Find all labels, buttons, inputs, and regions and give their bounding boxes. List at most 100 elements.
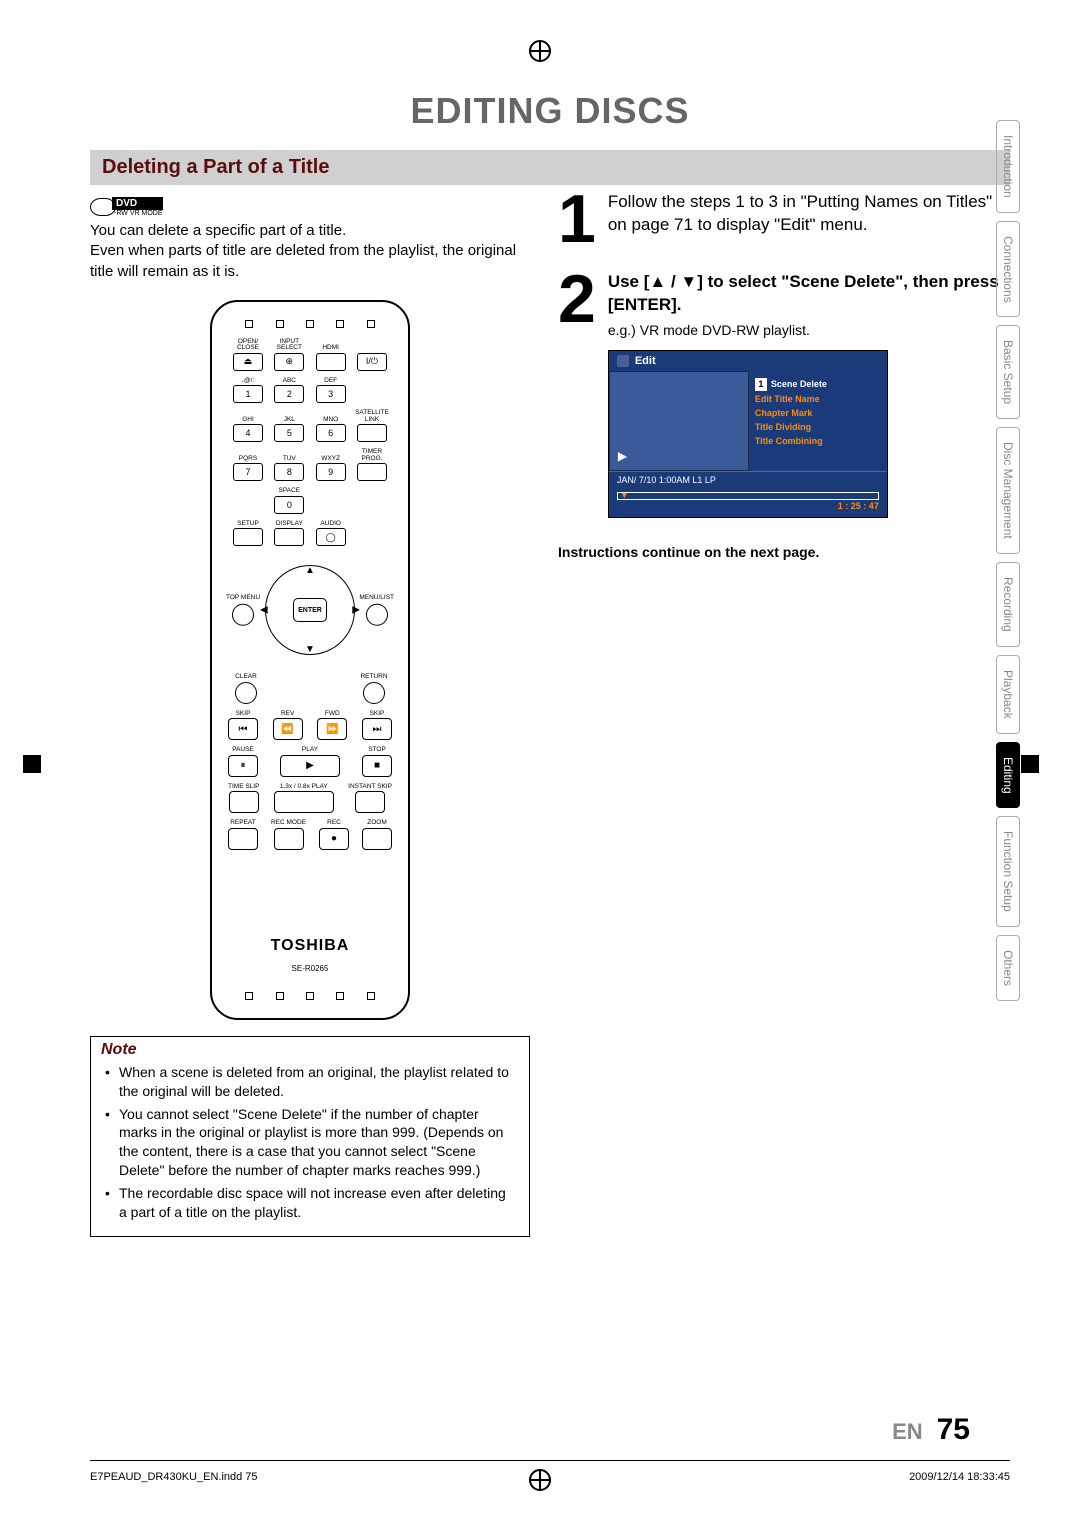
menu-item-chapter-mark[interactable]: Chapter Mark xyxy=(755,406,881,420)
nav-left-icon[interactable]: ◀ xyxy=(260,605,268,616)
key-9[interactable]: 9 xyxy=(316,463,346,481)
display-button[interactable] xyxy=(274,528,304,546)
return-button[interactable] xyxy=(363,682,385,704)
audio-button[interactable]: ◯ xyxy=(316,528,346,546)
edit-menu-time: 1 : 25 : 47 xyxy=(617,500,879,512)
power-label xyxy=(371,345,373,352)
menu-item-scene-delete[interactable]: Scene Delete xyxy=(771,379,827,389)
satellite-label: SATELLITE LINK xyxy=(352,410,392,423)
hdmi-label: HDMI xyxy=(322,345,339,352)
top-menu-label: TOP MENU xyxy=(226,595,260,602)
open-close-label: OPEN/ CLOSE xyxy=(228,339,268,352)
nav-down-icon[interactable]: ▼ xyxy=(305,644,315,655)
rev-button[interactable]: ⏪ xyxy=(273,718,303,740)
key-1[interactable]: 1 xyxy=(233,385,263,403)
open-close-button[interactable]: ⏏ xyxy=(233,353,263,371)
return-label: RETURN xyxy=(360,674,387,681)
footer-left: E7PEAUD_DR430KU_EN.indd 75 xyxy=(90,1471,258,1483)
satellite-button[interactable] xyxy=(357,424,387,442)
key-5[interactable]: 5 xyxy=(274,424,304,442)
footer-rule xyxy=(90,1460,1010,1461)
crop-mark-icon xyxy=(529,1469,551,1491)
power-button[interactable]: I/⏻ xyxy=(357,353,387,371)
nav-up-icon[interactable]: ▲ xyxy=(305,565,315,576)
input-select-button[interactable]: ⊕ xyxy=(274,353,304,371)
rec-button[interactable]: ● xyxy=(319,828,349,850)
edit-menu-icon xyxy=(617,355,629,367)
step-2-subtext: e.g.) VR mode DVD-RW playlist. xyxy=(608,321,1010,340)
repeat-button[interactable] xyxy=(228,828,258,850)
note-item: When a scene is deleted from an original… xyxy=(119,1063,513,1101)
step-number: 2 xyxy=(558,271,596,518)
page-lang: EN xyxy=(892,1419,923,1444)
progress-track: ▼ xyxy=(617,492,879,500)
page-number: EN75 xyxy=(892,1413,970,1447)
setup-button[interactable] xyxy=(233,528,263,546)
stop-button[interactable]: ■ xyxy=(362,755,392,777)
step-1-text: Follow the steps 1 to 3 in "Putting Name… xyxy=(608,191,1010,249)
skip-fwd-button[interactable]: ⏭ xyxy=(362,718,392,740)
intro-text-1: You can delete a specific part of a titl… xyxy=(90,221,530,241)
tab-disc-management[interactable]: Disc Management xyxy=(996,427,1020,554)
right-column: 1 Follow the steps 1 to 3 in "Putting Na… xyxy=(558,191,1010,1237)
time-slip-button[interactable] xyxy=(229,791,259,813)
crop-mark-icon xyxy=(529,40,551,62)
tab-function-setup[interactable]: Function Setup xyxy=(996,816,1020,927)
fwd-button[interactable]: ⏩ xyxy=(317,718,347,740)
hdmi-button[interactable] xyxy=(316,353,346,371)
top-menu-button[interactable] xyxy=(232,604,254,626)
note-item: You cannot select "Scene Delete" if the … xyxy=(119,1105,513,1181)
enter-button[interactable]: ENTER xyxy=(293,598,327,622)
key-3[interactable]: 3 xyxy=(316,385,346,403)
badge-sub: -RW VR MODE xyxy=(114,210,163,217)
tab-editing[interactable]: Editing xyxy=(996,742,1020,809)
menu-list-label: MENU/LIST xyxy=(359,595,394,602)
key-2[interactable]: 2 xyxy=(274,385,304,403)
menu-item-title-dividing[interactable]: Title Dividing xyxy=(755,420,881,434)
pause-button[interactable]: ⏸ xyxy=(228,755,258,777)
key-8[interactable]: 8 xyxy=(274,463,304,481)
crop-mark-icon xyxy=(1028,753,1050,775)
page-title: EDITING DISCS xyxy=(90,90,1010,132)
zoom-button[interactable] xyxy=(362,828,392,850)
clear-label: CLEAR xyxy=(235,674,257,681)
tab-connections[interactable]: Connections xyxy=(996,221,1020,318)
edit-preview: ▶ xyxy=(609,371,749,471)
note-heading: Note xyxy=(91,1037,529,1059)
section-heading: Deleting a Part of a Title xyxy=(90,150,1010,185)
ir-dots-top xyxy=(222,316,398,332)
speed-play-button[interactable] xyxy=(274,791,334,813)
key-6[interactable]: 6 xyxy=(316,424,346,442)
section-title: Deleting a Part of a Title xyxy=(102,156,329,178)
menu-item-title-combining[interactable]: Title Combining xyxy=(755,434,881,448)
section-tabs: Introduction Connections Basic Setup Dis… xyxy=(996,120,1020,1001)
key-4[interactable]: 4 xyxy=(233,424,263,442)
rec-mode-button[interactable] xyxy=(274,828,304,850)
key-0[interactable]: 0 xyxy=(274,496,304,514)
tab-introduction[interactable]: Introduction xyxy=(996,120,1020,213)
menu-list-button[interactable] xyxy=(366,604,388,626)
tab-others[interactable]: Others xyxy=(996,935,1020,1001)
menu-item-edit-title-name[interactable]: Edit Title Name xyxy=(755,392,881,406)
nav-pad: TOP MENU MENU/LIST ▲ ▼ ◀ ▶ ENTER xyxy=(222,555,398,665)
left-column: DVD -RW VR MODE You can delete a specifi… xyxy=(90,191,530,1237)
badge-main: DVD xyxy=(112,197,163,210)
model-label: SE-R0265 xyxy=(222,964,398,973)
key-7[interactable]: 7 xyxy=(233,463,263,481)
edit-menu-title: Edit xyxy=(635,354,656,369)
tab-recording[interactable]: Recording xyxy=(996,562,1020,647)
note-box: Note When a scene is deleted from an ori… xyxy=(90,1036,530,1237)
tab-playback[interactable]: Playback xyxy=(996,655,1020,734)
skip-back-button[interactable]: ⏮ xyxy=(228,718,258,740)
intro-text-2: Even when parts of title are deleted fro… xyxy=(90,241,530,282)
play-button[interactable]: ▶ xyxy=(280,755,340,777)
nav-right-icon[interactable]: ▶ xyxy=(352,605,360,616)
instant-skip-button[interactable] xyxy=(355,791,385,813)
manual-page: EDITING DISCS Deleting a Part of a Title… xyxy=(0,0,1080,1527)
ir-dots-bottom xyxy=(222,988,398,1004)
clear-button[interactable] xyxy=(235,682,257,704)
tab-basic-setup[interactable]: Basic Setup xyxy=(996,325,1020,419)
step-2-text: Use [▲ / ▼] to select "Scene Delete", th… xyxy=(608,271,1010,317)
footer-right: 2009/12/14 18:33:45 xyxy=(909,1471,1010,1483)
timer-button[interactable] xyxy=(357,463,387,481)
